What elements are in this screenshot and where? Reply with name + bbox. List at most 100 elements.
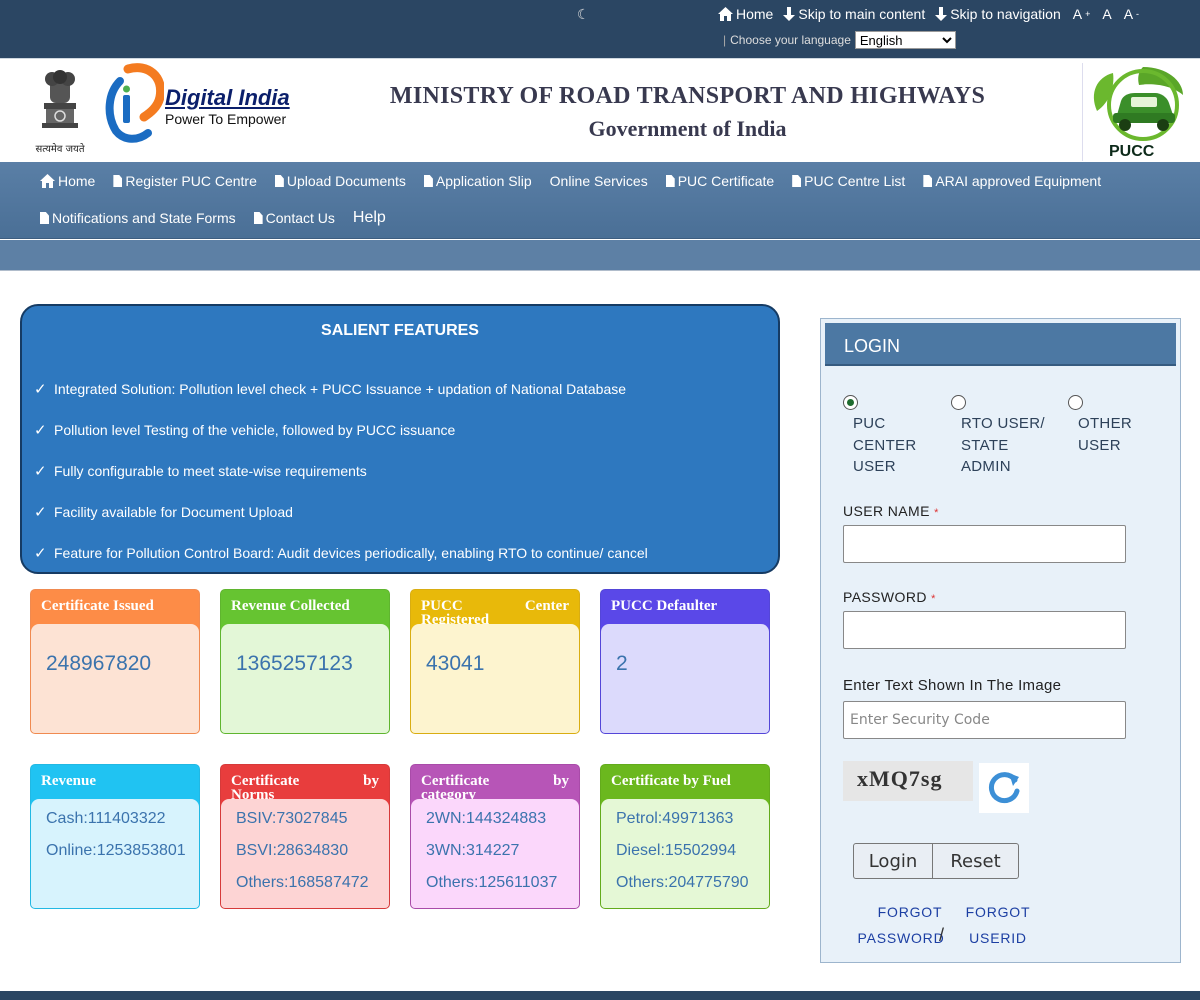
checkmark-icon: ✓: [34, 503, 47, 521]
sub-navigation-bar: [0, 240, 1200, 271]
required-mark: *: [934, 507, 939, 519]
feature-text: Integrated Solution: Pollution level che…: [54, 380, 627, 397]
nav-register-puc-centre[interactable]: Register PUC Centre: [113, 173, 257, 189]
security-code-input[interactable]: [843, 701, 1126, 739]
login-panel: LOGIN PUC CENTER USER RTO USER/ STATE AD…: [820, 318, 1181, 963]
nav-contact-us[interactable]: Contact Us: [253, 209, 335, 227]
reset-button[interactable]: Reset: [932, 843, 1019, 879]
nav-arai-equipment[interactable]: ARAI approved Equipment: [923, 173, 1101, 189]
green-car-leaf-icon: [1093, 67, 1183, 141]
national-emblem: सत्यमेव जयते: [28, 69, 92, 155]
stat-card-body: 248967820: [31, 624, 199, 733]
font-decrease-button[interactable]: A-: [1124, 6, 1139, 22]
skip-main-link[interactable]: Skip to main content: [783, 6, 925, 22]
document-icon: [274, 175, 284, 187]
login-button[interactable]: Login: [853, 843, 933, 879]
role-label-line: USER: [1078, 436, 1121, 454]
role-label-rto-user[interactable]: RTO USER/ STATE ADMIN: [961, 413, 1045, 478]
role-label-line: PUC: [853, 415, 886, 432]
stat-card-title: PUCC Center Registered: [411, 590, 579, 627]
stat-card-title: Certificate by Norms: [221, 765, 389, 802]
feature-text: Fully configurable to meet state-wise re…: [54, 462, 367, 479]
nav-register-label: Register PUC Centre: [125, 173, 257, 189]
site-header: सत्यमेव जयते Digital India Power To Empo…: [0, 58, 1200, 162]
password-label-text: PASSWORD: [843, 589, 927, 605]
nav-online-services[interactable]: Online Services: [550, 173, 648, 189]
checkmark-icon: ✓: [34, 544, 47, 562]
theme-toggle-icon[interactable]: ☾: [577, 6, 590, 23]
salient-features-list: ✓ Integrated Solution: Pollution level ch…: [34, 368, 648, 573]
login-title: LOGIN: [825, 323, 1176, 366]
stat-card-body: BSIV:73027845 BSVI:28634830 Others:16858…: [221, 799, 389, 908]
main-navigation: Home Register PUC Centre Upload Document…: [0, 162, 1200, 239]
stat-card-title: Revenue Collected: [231, 598, 350, 614]
checkmark-icon: ✓: [34, 421, 47, 439]
nav-certificate-label: PUC Certificate: [677, 173, 775, 189]
stat-card-title-part: PUCC: [421, 598, 463, 614]
stat-card-line: Others:125611037: [426, 874, 558, 891]
nav-puc-certificate[interactable]: PUC Certificate: [665, 173, 775, 189]
login-button-group: Login Reset: [853, 843, 1019, 879]
role-label-line: RTO USER/: [961, 415, 1045, 432]
font-increase-button[interactable]: A +: [1073, 6, 1091, 22]
stat-card-line: Online:1253853801: [46, 842, 186, 859]
font-decrease-label: A: [1123, 6, 1134, 22]
stat-card-title-part: Center: [524, 598, 569, 614]
stat-card-title-part: by: [553, 773, 569, 789]
stat-card-line: Petrol:49971363: [616, 810, 734, 827]
refresh-icon: [988, 772, 1020, 804]
stat-card-line: BSIV:73027845: [236, 810, 348, 827]
nav-home[interactable]: Home: [40, 173, 95, 189]
captcha-refresh-button[interactable]: [979, 763, 1029, 813]
arrow-down-icon: [783, 7, 796, 21]
forgot-password-link[interactable]: FORGOT PASSWORD: [849, 899, 953, 951]
digital-india-tagline: Power To Empower: [165, 111, 287, 127]
captcha-label: Enter Text Shown In The Image: [843, 677, 1062, 694]
language-select[interactable]: English: [854, 31, 956, 49]
nav-centre-list-label: PUC Centre List: [804, 173, 906, 189]
nav-puc-centre-list[interactable]: PUC Centre List: [792, 173, 905, 189]
ashoka-emblem-icon: [42, 70, 78, 128]
stat-card-certificate-by-norms: Certificate by Norms BSIV:73027845 BSVI:…: [220, 764, 390, 909]
nav-arai-label: ARAI approved Equipment: [935, 173, 1102, 189]
forgot-password-line: PASSWORD: [857, 930, 945, 946]
stat-card-title: Certificate Issued: [41, 598, 154, 614]
stat-card-certificate-by-category: Certificate by category 2WN:144324883 3W…: [410, 764, 580, 909]
stat-card-pucc-registered: PUCC Center Registered 43041: [410, 589, 580, 734]
nav-application-slip[interactable]: Application Slip: [423, 173, 532, 189]
list-item: ✓ Fully configurable to meet state-wise r…: [34, 450, 648, 491]
document-icon: [665, 175, 675, 187]
stat-card-line: Diesel:15502994: [616, 842, 737, 859]
username-input[interactable]: [843, 525, 1126, 563]
role-label-puc-center[interactable]: PUC CENTER USER: [853, 413, 916, 478]
nav-upload-label: Upload Documents: [286, 173, 406, 189]
role-radio-other-user[interactable]: [1068, 395, 1083, 410]
forgot-userid-link[interactable]: FORGOT USERID: [961, 899, 1035, 951]
stat-card-body: Petrol:49971363 Diesel:15502994 Others:2…: [601, 799, 769, 908]
nav-online-label: Online Services: [549, 173, 648, 189]
top-home-link[interactable]: Home: [718, 6, 773, 22]
stat-card-certificate-by-fuel: Certificate by Fuel Petrol:49971363 Dies…: [600, 764, 770, 909]
nav-notifications-label: Notifications and State Forms: [52, 210, 236, 226]
role-radio-puc-center[interactable]: [843, 395, 858, 410]
stat-card-title: Revenue: [41, 773, 96, 789]
skip-nav-link[interactable]: Skip to navigation: [935, 6, 1061, 22]
digital-india-title: Digital India: [165, 85, 290, 110]
stat-card-value: 1365257123: [236, 652, 353, 675]
font-increase-sup: +: [1085, 9, 1091, 19]
font-normal-button[interactable]: A: [1102, 6, 1111, 22]
ministry-title-block: MINISTRY OF ROAD TRANSPORT AND HIGHWAYS …: [300, 83, 1075, 142]
salient-features-title: SALIENT FEATURES: [321, 322, 479, 339]
stat-card-title: Certificate by category: [411, 765, 579, 802]
stat-card-value: 2: [616, 652, 628, 675]
role-label-other-user[interactable]: OTHER USER: [1078, 413, 1132, 456]
feature-text: Pollution level Testing of the vehicle, …: [54, 421, 456, 438]
nav-notifications[interactable]: Notifications and State Forms: [40, 209, 236, 227]
font-decrease-sup: -: [1136, 9, 1140, 19]
language-prompt: Choose your language: [730, 33, 851, 47]
role-radio-rto-user[interactable]: [951, 395, 966, 410]
nav-help[interactable]: Help: [353, 209, 386, 227]
nav-upload-documents[interactable]: Upload Documents: [274, 173, 406, 189]
stat-card-body: Cash:111403322 Online:1253853801: [31, 799, 199, 908]
password-input[interactable]: [843, 611, 1126, 649]
